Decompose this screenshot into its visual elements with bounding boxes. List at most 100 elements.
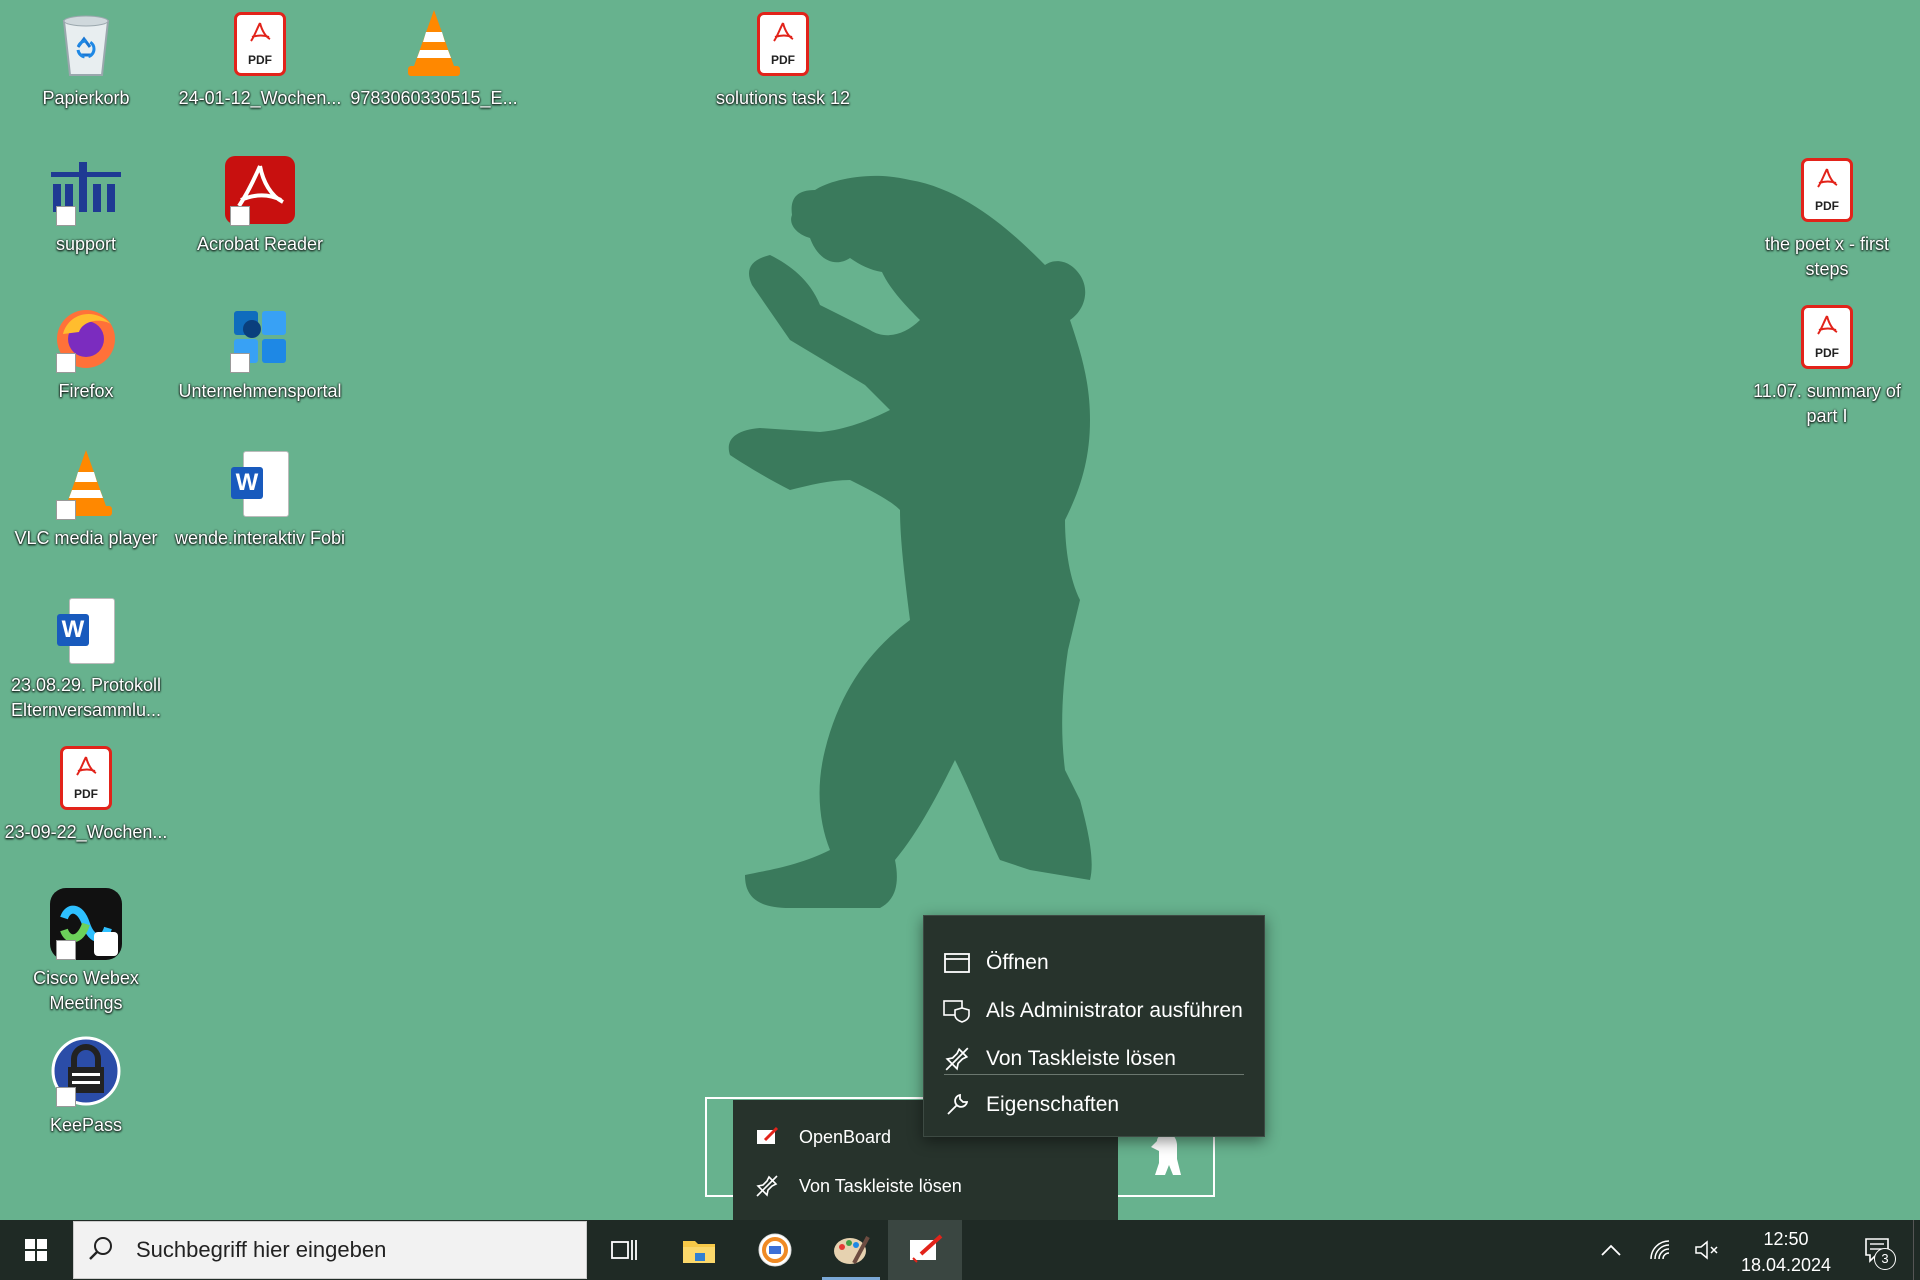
- openboard-icon: [910, 1234, 943, 1263]
- action-center-button[interactable]: 3: [1852, 1220, 1904, 1280]
- company-portal-icon: [222, 299, 298, 375]
- openboard-icon: [753, 1126, 781, 1148]
- shortcut-arrow-icon: [56, 353, 76, 373]
- word-document-icon: W: [48, 593, 124, 669]
- icon-label: 24-01-12_Wochen...: [178, 88, 342, 108]
- browser-app-icon: [758, 1233, 792, 1267]
- desktop-icon-acrobat-reader[interactable]: Acrobat Reader: [174, 146, 346, 286]
- shortcut-arrow-icon: [56, 1087, 76, 1107]
- pdf-icon: PDF: [1789, 299, 1865, 375]
- taskbar-browser-app[interactable]: [738, 1220, 812, 1280]
- desktop-icon-webex[interactable]: Cisco Webex Meetings: [0, 880, 172, 1020]
- desktop-icon-vlc[interactable]: VLC media player: [0, 440, 172, 580]
- word-badge: W: [231, 467, 263, 499]
- pdf-badge: PDF: [1815, 199, 1839, 213]
- start-button[interactable]: [0, 1220, 72, 1280]
- context-menu: Öffnen Als Administrator ausführen Von T…: [923, 915, 1265, 1137]
- unpin-icon: [753, 1174, 781, 1198]
- keepass-icon: [48, 1033, 124, 1109]
- icon-label: Acrobat Reader: [196, 234, 324, 254]
- icon-label: wende.interaktiv Fobi: [174, 528, 346, 548]
- desktop-icon-wochen-pdf-2[interactable]: PDF 23-09-22_Wochen...: [0, 734, 172, 874]
- network-button[interactable]: [1641, 1220, 1681, 1280]
- taskbar: Suchbegriff hier eingeben 12:50 18.04.20…: [0, 1220, 1920, 1280]
- vlc-icon: [48, 446, 124, 522]
- icon-label: VLC media player: [14, 528, 158, 548]
- file-explorer-icon: [683, 1241, 715, 1263]
- show-desktop-button[interactable]: [1913, 1220, 1920, 1280]
- icon-label: the poet x - first steps: [1764, 234, 1890, 279]
- shortcut-arrow-icon: [230, 353, 250, 373]
- search-icon: [88, 1235, 118, 1266]
- pdf-icon: PDF: [745, 6, 821, 82]
- pdf-badge: PDF: [771, 53, 795, 67]
- pdf-badge: PDF: [74, 787, 98, 801]
- desktop-icon-summary[interactable]: PDF 11.07. summary of part I: [1741, 293, 1913, 433]
- support-logo-icon: [48, 152, 124, 228]
- menu-separator: [944, 1074, 1244, 1075]
- menu-item-open-label: Öffnen: [986, 951, 1049, 974]
- shortcut-arrow-icon: [56, 206, 76, 226]
- desktop-icon-recycle-bin[interactable]: Papierkorb: [0, 0, 172, 140]
- menu-item-properties-label: Eigenschaften: [986, 1093, 1120, 1116]
- icon-label: 23-09-22_Wochen...: [4, 822, 168, 842]
- taskbar-search-box[interactable]: Suchbegriff hier eingeben: [73, 1221, 587, 1279]
- pdf-icon: PDF: [48, 740, 124, 816]
- wallpaper-bear: [728, 175, 1092, 909]
- search-placeholder: Suchbegriff hier eingeben: [136, 1237, 387, 1262]
- shield-icon: [942, 999, 972, 1023]
- word-document-icon: W: [222, 446, 298, 522]
- desktop-icon-support[interactable]: support: [0, 146, 172, 286]
- taskbar-file-explorer[interactable]: [662, 1220, 736, 1280]
- pdf-icon: PDF: [222, 6, 298, 82]
- word-badge: W: [57, 614, 89, 646]
- icon-label: Unternehmensportal: [178, 381, 342, 401]
- desktop-icon-vlc-file[interactable]: 9783060330515_E...: [348, 0, 520, 140]
- clock-time: 12:50: [1763, 1229, 1809, 1249]
- menu-item-unpin-label: Von Taskleiste lösen: [986, 1047, 1176, 1070]
- menu-item-run-as-admin[interactable]: Als Administrator ausführen: [924, 988, 1264, 1034]
- desktop-icon-keepass[interactable]: KeePass: [0, 1027, 172, 1167]
- notification-count-badge: 3: [1874, 1248, 1896, 1270]
- acrobat-reader-icon: [222, 152, 298, 228]
- icon-label: support: [55, 234, 117, 254]
- wrench-icon: [942, 1092, 972, 1118]
- shortcut-arrow-icon: [56, 940, 76, 960]
- desktop-icon-wochen-pdf-1[interactable]: PDF 24-01-12_Wochen...: [174, 0, 346, 140]
- task-view-icon: [611, 1240, 637, 1260]
- icon-label: 9783060330515_E...: [350, 88, 518, 108]
- volume-button[interactable]: [1687, 1220, 1727, 1280]
- icon-label: 23.08.29. Protokoll Elternversammlu...: [10, 675, 162, 720]
- menu-item-unpin[interactable]: Von Taskleiste lösen: [924, 1036, 1264, 1082]
- taskbar-clock[interactable]: 12:50 18.04.2024: [1728, 1226, 1844, 1278]
- desktop-icon-unternehmensportal[interactable]: Unternehmensportal: [174, 293, 346, 433]
- firefox-icon: [48, 299, 124, 375]
- menu-item-properties[interactable]: Eigenschaften: [924, 1082, 1264, 1128]
- icon-label: Cisco Webex Meetings: [33, 968, 139, 1013]
- pdf-badge: PDF: [1815, 346, 1839, 360]
- menu-item-open[interactable]: Öffnen: [924, 940, 1264, 986]
- jumplist-unpin-label: Von Taskleiste lösen: [799, 1175, 962, 1196]
- desktop-icon-wende-fobi[interactable]: W wende.interaktiv Fobi: [174, 440, 346, 580]
- desktop-icon-poet-x[interactable]: PDF the poet x - first steps: [1741, 146, 1913, 286]
- icon-label: Papierkorb: [42, 88, 130, 108]
- taskbar-openboard[interactable]: [888, 1220, 962, 1280]
- shortcut-arrow-icon: [230, 206, 250, 226]
- volume-muted-icon: [1695, 1240, 1718, 1260]
- paint-app-icon: [834, 1236, 870, 1264]
- icon-label: Firefox: [58, 381, 114, 401]
- jumplist-unpin[interactable]: Von Taskleiste lösen: [733, 1162, 1118, 1210]
- taskbar-paint-app[interactable]: [814, 1220, 888, 1280]
- window-icon: [942, 952, 972, 974]
- recycle-bin-icon: [48, 6, 124, 82]
- show-hidden-icons-button[interactable]: [1591, 1220, 1631, 1280]
- vlc-icon: [396, 6, 472, 82]
- task-view-button[interactable]: [587, 1220, 661, 1280]
- clock-date: 18.04.2024: [1740, 1255, 1832, 1275]
- desktop-icon-protokoll-doc[interactable]: W 23.08.29. Protokoll Elternversammlu...: [0, 587, 172, 727]
- pdf-badge: PDF: [248, 53, 272, 67]
- desktop-icon-firefox[interactable]: Firefox: [0, 293, 172, 433]
- menu-item-run-as-admin-label: Als Administrator ausführen: [986, 999, 1243, 1022]
- icon-label: KeePass: [49, 1115, 123, 1135]
- desktop-icon-solutions-task[interactable]: PDF solutions task 12: [697, 0, 869, 140]
